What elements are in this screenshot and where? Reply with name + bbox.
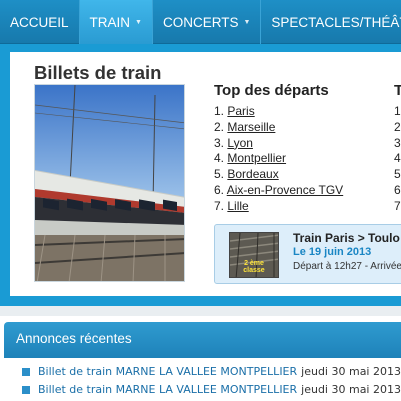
annonce-date: jeudi 30 mai 2013 [301, 383, 401, 396]
city-link[interactable]: Bordeaux [227, 167, 278, 181]
badge-line: 2 ème [244, 260, 264, 267]
nav-item-train[interactable]: TRAIN ▼ [79, 0, 153, 44]
list-item: 1 [394, 104, 401, 118]
list-item: 6 [394, 182, 401, 197]
list-item[interactable]: Billet de train MARNE LA VALLEE MONTPELL… [22, 381, 401, 399]
trip-card[interactable]: 2 ème classe Train Paris > Toulo Le 19 j… [214, 224, 401, 284]
rank-number: 6. [214, 182, 225, 197]
chevron-down-icon: ▼ [243, 18, 251, 26]
list-item: 3 [394, 135, 401, 150]
list-item: 5 [394, 167, 401, 182]
list-item: 6. Aix-en-Provence TGV [214, 183, 343, 199]
rank-number: 7. [214, 198, 225, 213]
list-item[interactable]: Billet de train MARNE LA VALLEE MONTPELL… [22, 363, 401, 381]
city-link[interactable]: Lyon [227, 136, 253, 150]
city-link[interactable]: Montpellier [227, 151, 286, 165]
panel-title: Billets de train [34, 62, 162, 83]
top-departs-list: 1. Paris 2. Marseille 3. Lyon 4. Montpel… [214, 104, 343, 215]
nav-item-label: ACCUEIL [10, 14, 69, 30]
trip-title: Train Paris > Toulo [293, 231, 400, 245]
list-item: 1. Paris [214, 104, 343, 120]
annonce-link[interactable]: Billet de train MARNE LA VALLEE MONTPELL… [38, 363, 297, 381]
list-item: 2 [394, 119, 401, 134]
city-link[interactable]: Paris [227, 104, 254, 118]
badge-line: classe [243, 267, 265, 274]
rank-number: 2. [214, 119, 225, 134]
nav-item-accueil[interactable]: ACCUEIL [0, 0, 80, 44]
square-bullet-icon [22, 368, 30, 376]
nav-item-label: CONCERTS [162, 14, 239, 30]
seat-class-badge: 2 ème classe [234, 260, 274, 274]
section-divider [0, 306, 401, 316]
annonces-title: Annonces récentes [16, 331, 132, 346]
list-item: 4. Montpellier [214, 151, 343, 167]
city-link[interactable]: Marseille [227, 120, 275, 134]
annonce-link[interactable]: Billet de train MARNE LA VALLEE MONTPELL… [38, 381, 297, 399]
list-item: 2. Marseille [214, 120, 343, 136]
trip-time: Départ à 12h27 - Arrivée [293, 261, 401, 272]
seat-class-thumbnail: 2 ème classe [229, 232, 279, 278]
annonce-date: jeudi 30 mai 2013 [301, 365, 401, 378]
list-item: 5. Bordeaux [214, 167, 343, 183]
nav-item-spectacles[interactable]: SPECTACLES/THÉÂT [261, 0, 401, 44]
annonces-list: Billet de train MARNE LA VALLEE MONTPELL… [22, 363, 401, 399]
second-column-title: T [394, 82, 401, 99]
trip-date: Le 19 juin 2013 [293, 246, 372, 258]
square-bullet-icon [22, 386, 30, 394]
train-photo [34, 84, 185, 282]
list-item: 3. Lyon [214, 136, 343, 152]
top-departs-title: Top des départs [214, 82, 329, 99]
nav-item-label: TRAIN [89, 14, 131, 30]
annonces-header: Annonces récentes [4, 322, 401, 358]
list-item: 7. Lille [214, 199, 343, 215]
annonces-section: Annonces récentes Billet de train MARNE … [0, 316, 401, 401]
nav-item-label: SPECTACLES/THÉÂT [271, 14, 401, 30]
train-panel: Billets de train Top des départs 1. Pari… [10, 52, 401, 296]
rank-number: 1. [214, 104, 225, 118]
city-link[interactable]: Lille [227, 199, 248, 213]
nav-item-concerts[interactable]: CONCERTS ▼ [153, 0, 262, 44]
rank-number: 5. [214, 167, 225, 182]
rank-number: 4. [214, 151, 225, 166]
second-column-list: 1 2 3 4 5 6 7 [394, 104, 401, 215]
main-nav: ACCUEIL TRAIN ▼ CONCERTS ▼ SPECTACLES/TH… [0, 0, 401, 44]
chevron-down-icon: ▼ [135, 18, 142, 26]
list-item: 4 [394, 151, 401, 166]
rank-number: 3. [214, 135, 225, 150]
list-item: 7 [394, 198, 401, 213]
city-link[interactable]: Aix-en-Provence TGV [227, 183, 344, 197]
